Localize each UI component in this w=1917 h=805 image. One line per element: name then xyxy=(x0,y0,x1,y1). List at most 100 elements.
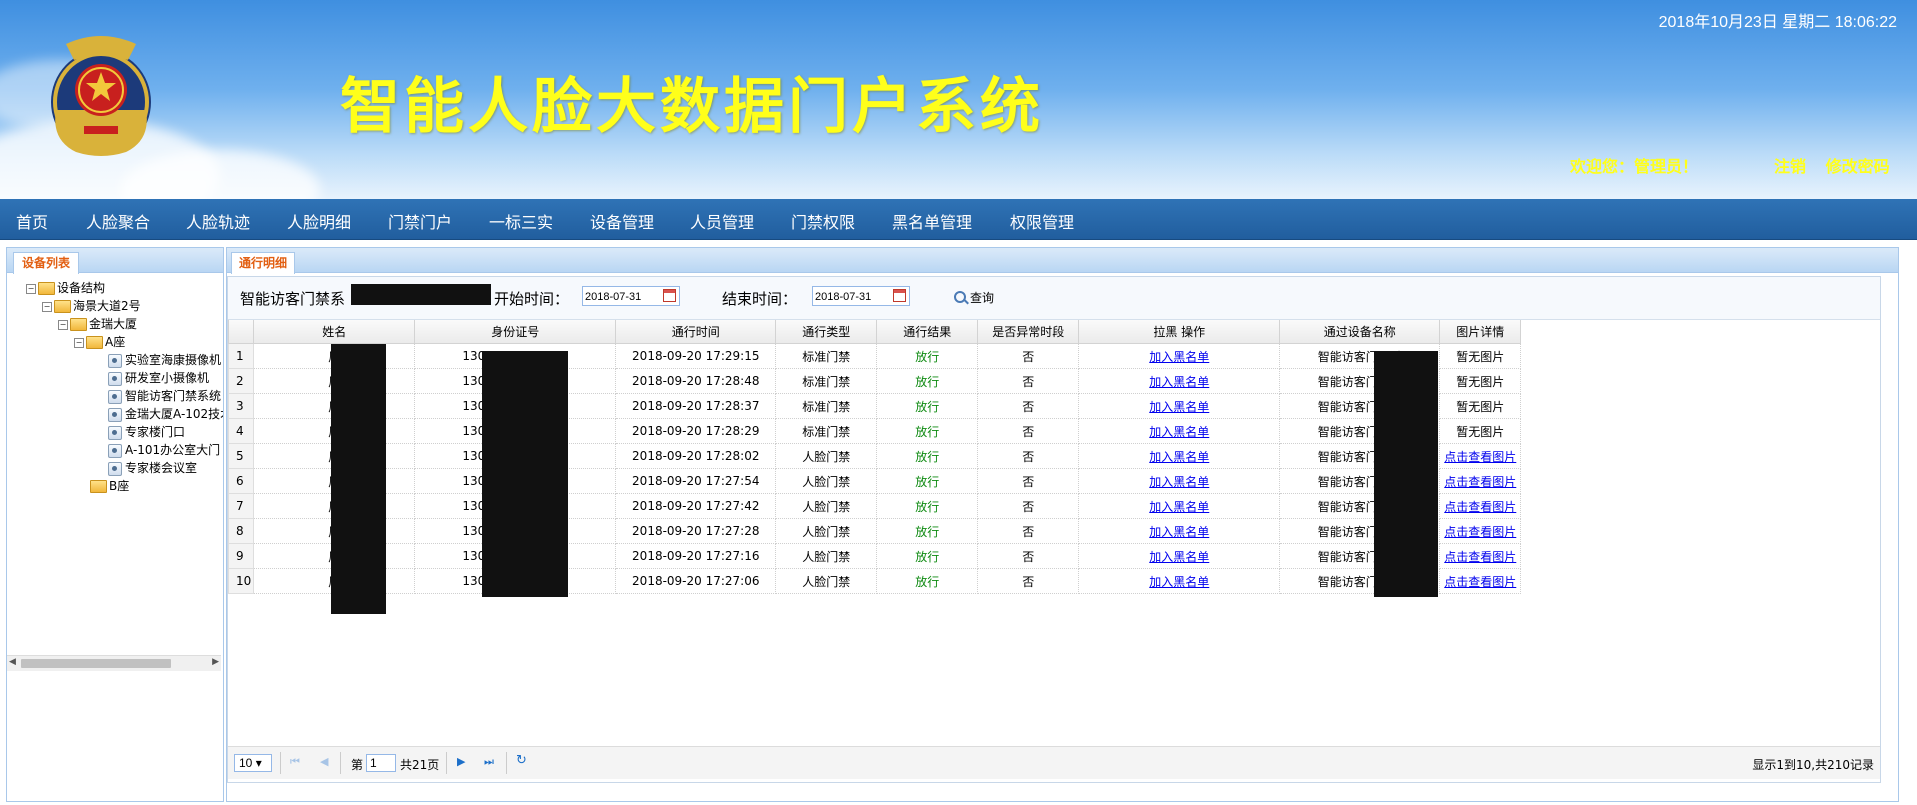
column-header[interactable]: 身份证号 xyxy=(414,320,617,344)
collapse-icon[interactable]: − xyxy=(42,301,52,312)
nav-item-access-permission[interactable]: 门禁权限 xyxy=(791,209,855,233)
nav-item-face-detail[interactable]: 人脸明细 xyxy=(287,209,351,233)
cell-abnormal-period: 否 xyxy=(977,493,1080,519)
tree-node-root[interactable]: − 设备结构 xyxy=(26,280,105,297)
collapse-icon[interactable]: − xyxy=(58,319,68,330)
query-button[interactable]: 查询 xyxy=(954,289,994,306)
view-photo-link[interactable]: 点击查看图片 xyxy=(1444,575,1516,589)
nav-item-blacklist[interactable]: 黑名单管理 xyxy=(892,209,972,233)
tree-node-building[interactable]: − 金瑞大厦 xyxy=(58,316,137,333)
tab-device-list[interactable]: 设备列表 xyxy=(13,252,80,274)
header-banner: 智能人脸大数据门户系统 2018年10月23日 星期二 18:06:22 欢迎您… xyxy=(0,0,1917,199)
table-cell: 加入黑名单 xyxy=(1078,393,1281,419)
change-password-link[interactable]: 修改密码 xyxy=(1826,157,1890,176)
page-number-input[interactable]: 1 xyxy=(366,754,396,772)
user-links: 注销 修改密码 xyxy=(1760,153,1890,177)
tree-node-device[interactable]: 研发室小摄像机 xyxy=(108,370,209,387)
cell-pass-type: 人脸门禁 xyxy=(775,568,878,594)
table-row[interactable]: 10周1305212018-09-20 17:27:06人脸门禁放行否加入黑名单… xyxy=(227,568,1522,594)
tree-node-device[interactable]: A-101办公室大门 xyxy=(108,442,220,459)
view-photo-link[interactable]: 点击查看图片 xyxy=(1444,525,1516,539)
table-cell: 加入黑名单 xyxy=(1078,493,1281,519)
first-page-icon[interactable]: ⏮ xyxy=(290,755,300,769)
start-date-input[interactable]: 2018-07-31 xyxy=(582,286,680,306)
nav-item-one-standard[interactable]: 一标三实 xyxy=(489,209,553,233)
collapse-icon[interactable]: − xyxy=(26,283,36,294)
nav-item-device-management[interactable]: 设备管理 xyxy=(590,209,654,233)
nav-item-face-aggregation[interactable]: 人脸聚合 xyxy=(86,209,150,233)
add-blacklist-link[interactable]: 加入黑名单 xyxy=(1149,500,1209,514)
cell-pass-time: 2018-09-20 17:28:37 xyxy=(615,393,777,419)
add-blacklist-link[interactable]: 加入黑名单 xyxy=(1149,575,1209,589)
cell-pass-type: 标准门禁 xyxy=(775,343,878,369)
calendar-icon[interactable] xyxy=(663,289,676,302)
add-blacklist-link[interactable]: 加入黑名单 xyxy=(1149,525,1209,539)
nav-item-personnel-management[interactable]: 人员管理 xyxy=(690,209,754,233)
tree-node-block-a[interactable]: − A座 xyxy=(74,334,125,351)
column-header[interactable]: 是否异常时段 xyxy=(977,320,1080,344)
tree-node-block-b[interactable]: B座 xyxy=(90,478,129,495)
table-row[interactable]: 5周1305212018-09-20 17:28:02人脸门禁放行否加入黑名单智… xyxy=(227,443,1522,469)
next-page-icon[interactable]: ▶ xyxy=(457,755,465,768)
tab-passage-detail[interactable]: 通行明细 xyxy=(231,252,296,274)
logout-link[interactable]: 注销 xyxy=(1774,157,1806,176)
add-blacklist-link[interactable]: 加入黑名单 xyxy=(1149,475,1209,489)
table-row[interactable]: 2周1305102018-09-20 17:28:48标准门禁放行否加入黑名单智… xyxy=(227,368,1522,394)
tree-horizontal-scrollbar[interactable]: ◀ ▶ xyxy=(7,655,221,671)
nav-item-face-track[interactable]: 人脸轨迹 xyxy=(186,209,250,233)
prev-page-icon[interactable]: ◀ xyxy=(320,755,328,768)
cell-abnormal-period: 否 xyxy=(977,393,1080,419)
table-row[interactable]: 3周1305102018-09-20 17:28:37标准门禁放行否加入黑名单智… xyxy=(227,393,1522,419)
column-header[interactable]: 拉黑 操作 xyxy=(1078,320,1281,344)
scroll-right-icon[interactable]: ▶ xyxy=(212,657,219,667)
page-size-select[interactable]: 10 ▾ xyxy=(234,754,272,772)
table-cell: 点击查看图片 xyxy=(1439,518,1522,544)
nav-item-access-portal[interactable]: 门禁门户 xyxy=(388,209,452,233)
cell-pass-result: 放行 xyxy=(876,543,979,569)
refresh-icon[interactable]: ↻ xyxy=(516,753,527,768)
view-photo-link[interactable]: 点击查看图片 xyxy=(1444,550,1516,564)
add-blacklist-link[interactable]: 加入黑名单 xyxy=(1149,425,1209,439)
column-header[interactable]: 图片详情 xyxy=(1439,320,1522,344)
table-row[interactable]: 9周1305212018-09-20 17:27:16人脸门禁放行否加入黑名单智… xyxy=(227,543,1522,569)
row-number: 8 xyxy=(227,518,255,544)
view-photo-link[interactable]: 点击查看图片 xyxy=(1444,475,1516,489)
add-blacklist-link[interactable]: 加入黑名单 xyxy=(1149,450,1209,464)
cell-pass-time: 2018-09-20 17:27:54 xyxy=(615,468,777,494)
tree-node-device[interactable]: 专家楼门口 xyxy=(108,424,185,441)
end-date-input[interactable]: 2018-07-31 xyxy=(812,286,910,306)
tree-node-device[interactable]: 金瑞大厦A-102技术 xyxy=(108,406,223,423)
row-number: 3 xyxy=(227,393,255,419)
column-header[interactable]: 姓名 xyxy=(253,320,416,344)
tree-node-address[interactable]: − 海景大道2号 xyxy=(42,298,141,315)
last-page-icon[interactable]: ⏭ xyxy=(484,755,494,769)
row-number: 4 xyxy=(227,418,255,444)
column-header[interactable]: 通行结果 xyxy=(876,320,979,344)
table-row[interactable]: 8周1305212018-09-20 17:27:28人脸门禁放行否加入黑名单智… xyxy=(227,518,1522,544)
nav-item-home[interactable]: 首页 xyxy=(16,209,48,233)
scroll-left-icon[interactable]: ◀ xyxy=(9,657,16,667)
tree-node-device[interactable]: 实验室海康摄像机 xyxy=(108,352,221,369)
add-blacklist-link[interactable]: 加入黑名单 xyxy=(1149,350,1209,364)
column-header[interactable]: 通行类型 xyxy=(775,320,878,344)
scrollbar-thumb[interactable] xyxy=(21,659,171,668)
view-photo-link[interactable]: 点击查看图片 xyxy=(1444,450,1516,464)
add-blacklist-link[interactable]: 加入黑名单 xyxy=(1149,375,1209,389)
calendar-icon[interactable] xyxy=(893,289,906,302)
table-row[interactable]: 6周1305212018-09-20 17:27:54人脸门禁放行否加入黑名单智… xyxy=(227,468,1522,494)
tree-node-device[interactable]: 专家楼会议室 xyxy=(108,460,197,477)
column-header[interactable]: 通过设备名称 xyxy=(1279,320,1441,344)
add-blacklist-link[interactable]: 加入黑名单 xyxy=(1149,400,1209,414)
tree-node-device[interactable]: 智能访客门禁系统 xyxy=(108,388,221,405)
table-row[interactable]: 1周1305102018-09-20 17:29:15标准门禁放行否加入黑名单智… xyxy=(227,343,1522,369)
view-photo-link[interactable]: 点击查看图片 xyxy=(1444,500,1516,514)
page-prefix-label: 第 xyxy=(351,758,364,772)
cell-pass-result: 放行 xyxy=(876,343,979,369)
column-header[interactable]: 通行时间 xyxy=(615,320,777,344)
collapse-icon[interactable]: − xyxy=(74,337,84,348)
table-row[interactable]: 7周1305212018-09-20 17:27:42人脸门禁放行否加入黑名单智… xyxy=(227,493,1522,519)
nav-item-permission-management[interactable]: 权限管理 xyxy=(1010,209,1074,233)
cell-pass-type: 标准门禁 xyxy=(775,393,878,419)
add-blacklist-link[interactable]: 加入黑名单 xyxy=(1149,550,1209,564)
table-row[interactable]: 4周1305102018-09-20 17:28:29标准门禁放行否加入黑名单智… xyxy=(227,418,1522,444)
